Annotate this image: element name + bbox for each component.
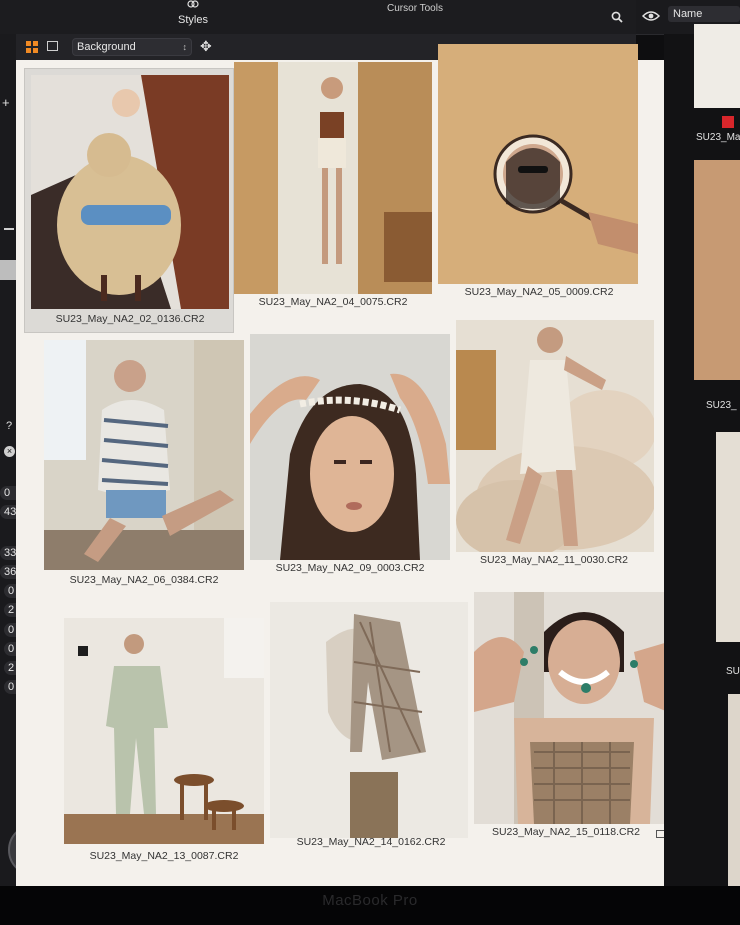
thumbnail-filename: SU23_May_NA2_14_0162.CR2 [296, 836, 446, 848]
photo-image [250, 334, 450, 560]
photo [270, 602, 468, 838]
minus-icon[interactable] [4, 228, 14, 230]
filmstrip-thumbnail[interactable] [728, 694, 740, 894]
search-icon [611, 11, 623, 23]
styles-icon [187, 0, 199, 8]
thumbnail-filename: SU23_May_NA2_06_0384.CR2 [69, 574, 219, 586]
left-panel [0, 34, 16, 894]
photo [234, 62, 432, 294]
thumbnail-filename: SU23_May_NA2_11_0030.CR2 [479, 554, 629, 566]
thumbnail-filename: SU23_May_NA2_05_0009.CR2 [464, 286, 614, 298]
filmstrip-thumbnail[interactable] [694, 24, 740, 108]
close-icon[interactable]: × [4, 446, 15, 457]
right-filmstrip: SU23_Ma SU23_ SU [664, 24, 740, 894]
thumbnail[interactable]: SU23_May_NA2_15_0118.CR2 [470, 588, 672, 848]
collection-select-value: Background [77, 41, 136, 53]
thumbnail-filename: SU23_May_NA2_09_0003.CR2 [275, 562, 425, 574]
filmstrip-filename: SU [726, 666, 740, 677]
filmstrip-filename: SU23_ [706, 400, 737, 411]
sort-name-field[interactable]: Name [668, 6, 740, 22]
add-icon[interactable]: + [2, 95, 10, 110]
search-button[interactable] [603, 9, 631, 27]
photo [438, 44, 638, 284]
photo [456, 320, 654, 552]
filmstrip-thumbnail[interactable] [694, 160, 740, 380]
photo-image [270, 602, 468, 838]
red-color-tag [722, 116, 734, 128]
photo [64, 618, 264, 844]
grid-view-icon[interactable] [26, 41, 38, 53]
device-label: MacBook Pro [322, 892, 418, 909]
single-view-icon[interactable] [47, 41, 58, 51]
eye-icon[interactable] [642, 10, 660, 22]
thumbnail-filename: SU23_May_NA2_13_0087.CR2 [89, 850, 239, 862]
photo [31, 75, 229, 309]
chevron-updown-icon: ↕ [182, 42, 188, 52]
thumbnail-filename: SU23_May_NA2_02_0136.CR2 [55, 313, 205, 325]
top-toolbar: Styles Cursor Tools [0, 0, 740, 35]
filmstrip-filename: SU23_Ma [696, 132, 740, 143]
thumbnail[interactable]: SU23_May_NA2_14_0162.CR2 [268, 600, 474, 860]
photo [250, 334, 450, 560]
thumbnail[interactable]: SU23_May_NA2_06_0384.CR2 [40, 336, 248, 598]
photo-image [456, 320, 654, 552]
help-icon[interactable]: ? [6, 420, 12, 432]
thumbnail-filename: SU23_May_NA2_04_0075.CR2 [258, 296, 408, 308]
collection-select[interactable]: Background ↕ [72, 38, 192, 56]
styles-label: Styles [178, 14, 208, 26]
photo-image [44, 340, 244, 570]
thumbnail[interactable]: SU23_May_NA2_02_0136.CR2 [24, 68, 234, 333]
photo-image [474, 592, 668, 824]
photo-image [64, 618, 264, 844]
thumbnail-filename: SU23_May_NA2_15_0118.CR2 [491, 826, 641, 838]
photo-image [438, 44, 638, 284]
filmstrip-thumbnail[interactable] [716, 432, 740, 642]
thumbnail[interactable]: SU23_May_NA2_09_0003.CR2 [246, 330, 454, 584]
cursor-tools-title: Cursor Tools [387, 3, 443, 14]
photo-image [31, 75, 229, 309]
move-icon[interactable]: ✥ [200, 38, 214, 54]
photo [44, 340, 244, 570]
thumbnail[interactable]: SU23_May_NA2_04_0075.CR2 [230, 60, 436, 322]
thumbnail[interactable]: SU23_May_NA2_11_0030.CR2 [452, 316, 656, 574]
thumbnail[interactable]: SU23_May_NA2_05_0009.CR2 [434, 44, 644, 300]
photo-image [234, 62, 432, 294]
image-browser: SU23_May_NA2_02_0136.CR2 SU23_May_NA2_04… [16, 44, 668, 886]
photo [474, 592, 668, 824]
thumbnail[interactable]: SU23_May_NA2_13_0087.CR2 [60, 614, 268, 870]
styles-tool[interactable]: Styles [170, 0, 216, 32]
